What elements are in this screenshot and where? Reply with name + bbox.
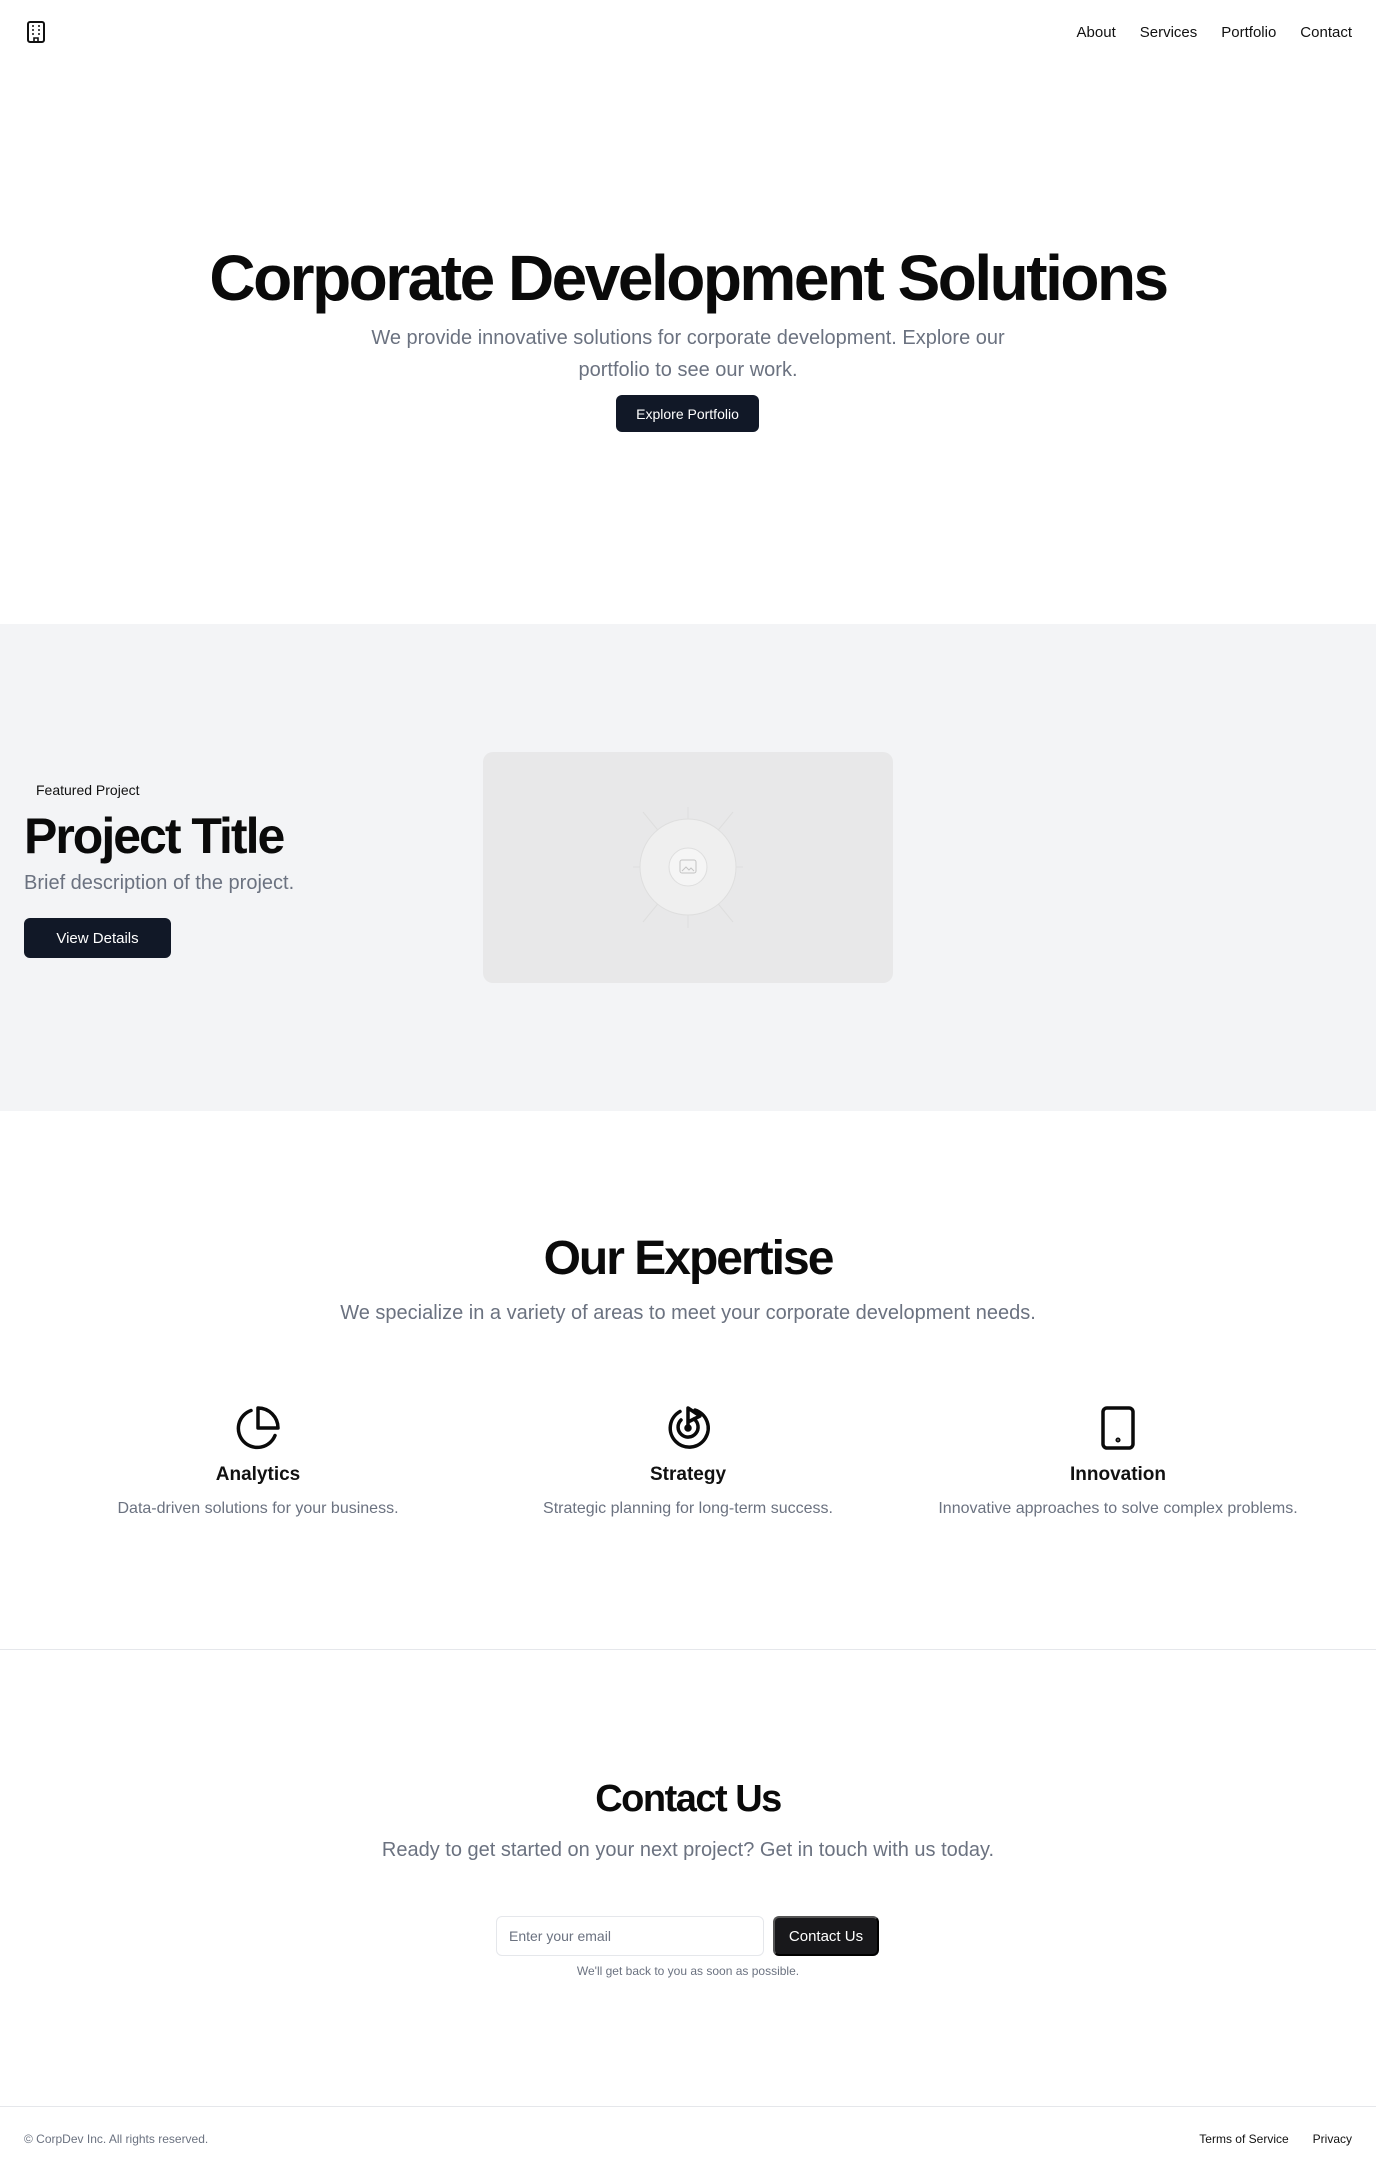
- expertise-title: Our Expertise: [543, 1232, 835, 1285]
- expertise-card-strategy: Strategy Strategic planning for long-ter…: [478, 1404, 898, 1518]
- project-description: Brief description of the project.: [24, 872, 295, 894]
- expertise-card-title: Innovation: [1069, 1464, 1167, 1485]
- tablet-icon: [1101, 1406, 1135, 1450]
- footer-link-terms[interactable]: Terms of Service: [1199, 2132, 1288, 2146]
- expertise-card-text: Innovative approaches to solve complex p…: [938, 1500, 1298, 1517]
- copyright-text: © CorpDev Inc. All rights reserved.: [24, 2132, 209, 2146]
- expertise-card-title: Analytics: [215, 1464, 301, 1485]
- hero-section: Corporate Development Solutions We provi…: [0, 64, 1376, 624]
- project-image-placeholder: [483, 752, 893, 983]
- expertise-section: Our Expertise We specialize in a variety…: [0, 1111, 1376, 1649]
- expertise-card-text: Strategic planning for long-term success…: [543, 1500, 833, 1517]
- view-details-button[interactable]: View Details: [24, 918, 171, 958]
- email-input[interactable]: [496, 1916, 764, 1956]
- featured-tag: Featured Project: [36, 782, 140, 798]
- nav-link-portfolio[interactable]: Portfolio: [1221, 24, 1276, 41]
- expertise-card-innovation: Innovation Innovative approaches to solv…: [908, 1404, 1328, 1518]
- image-placeholder-icon: [633, 807, 743, 928]
- site-footer: © CorpDev Inc. All rights reserved. Term…: [0, 2106, 1376, 2172]
- hero-title: Corporate Development Solutions: [209, 242, 1169, 314]
- hero-subtitle: We provide innovative solutions for corp…: [371, 327, 1005, 381]
- top-navigation: About Services Portfolio Contact: [0, 0, 1376, 64]
- expertise-subtitle: We specialize in a variety of areas to m…: [340, 1302, 1036, 1324]
- expertise-card-analytics: Analytics Data-driven solutions for your…: [48, 1404, 468, 1518]
- contact-subtitle: Ready to get started on your next projec…: [381, 1839, 995, 1861]
- project-title: Project Title: [24, 808, 285, 864]
- expertise-card-title: Strategy: [649, 1464, 727, 1485]
- contact-note: We'll get back to you as soon as possibl…: [576, 1964, 800, 1978]
- logo-link[interactable]: [24, 20, 48, 44]
- explore-portfolio-button[interactable]: Explore Portfolio: [616, 395, 759, 432]
- nav-link-about[interactable]: About: [1077, 24, 1116, 41]
- footer-links: Terms of Service Privacy: [1199, 2132, 1352, 2146]
- main-nav: About Services Portfolio Contact: [1077, 24, 1352, 41]
- footer-link-privacy[interactable]: Privacy: [1313, 2132, 1352, 2146]
- expertise-card-text: Data-driven solutions for your business.: [117, 1500, 399, 1517]
- nav-link-services[interactable]: Services: [1140, 24, 1198, 41]
- contact-title: Contact Us: [595, 1778, 782, 1820]
- pie-chart-icon: [236, 1406, 280, 1450]
- contact-section: Contact Us Ready to get started on your …: [0, 1650, 1376, 2105]
- building-icon: [27, 21, 45, 43]
- expertise-grid: Analytics Data-driven solutions for your…: [0, 1404, 1376, 1544]
- featured-project-section: Featured Project Project Title Brief des…: [0, 624, 1376, 1111]
- target-icon: [668, 1406, 710, 1449]
- contact-us-button[interactable]: Contact Us: [773, 1916, 879, 1956]
- nav-link-contact[interactable]: Contact: [1300, 24, 1352, 41]
